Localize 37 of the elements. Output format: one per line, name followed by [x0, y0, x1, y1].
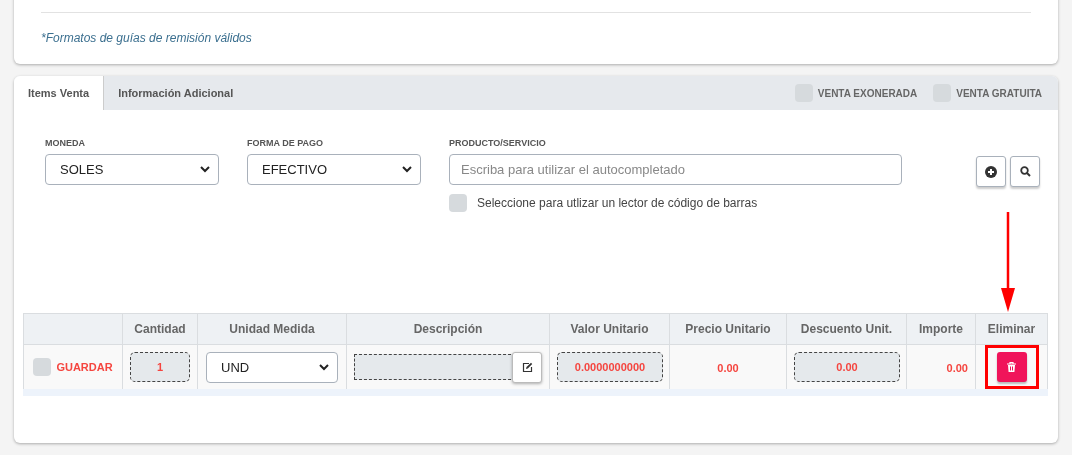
checkbox-label: Seleccione para utlizar un lector de código de barras: [477, 196, 758, 210]
product-search-field[interactable]: Escriba para utilizar el autocompletado: [449, 154, 902, 185]
currency-select[interactable]: SOLES: [45, 154, 219, 185]
save-label: GUARDAR: [56, 361, 113, 373]
tab[interactable]: Items Venta: [14, 76, 105, 110]
search-button[interactable]: [1010, 156, 1040, 187]
payment-select[interactable]: EFECTIVO: [247, 154, 421, 185]
checkbox[interactable]: [449, 194, 467, 212]
field-label: FORMA DE PAGO: [247, 138, 324, 148]
unit-select[interactable]: UND: [206, 351, 338, 383]
checkbox-label: VENTA GRATUITA: [956, 87, 1042, 99]
field-label: MONEDA: [45, 138, 86, 148]
checkbox-label: VENTA EXONERADA: [817, 87, 918, 99]
tab[interactable]: Información Adicional: [104, 76, 248, 110]
add-button[interactable]: [976, 156, 1006, 187]
note-text: *Formatos de guías de remisión válidos: [41, 31, 253, 45]
column-header: Unidad Medida: [197, 313, 347, 345]
chevron-down-icon: [402, 166, 412, 173]
column-header: Descripción: [346, 313, 550, 345]
column-header: Cantidad: [122, 313, 198, 345]
edit-icon: [521, 361, 533, 373]
chevron-down-icon: [200, 166, 210, 173]
table-cell: 0.00: [717, 362, 739, 374]
edit-button[interactable]: [512, 351, 542, 383]
delete-button[interactable]: [996, 352, 1027, 382]
search-icon: [1019, 166, 1031, 177]
field-label: PRODUCTO/SERVICIO: [449, 138, 547, 148]
column-header: Valor Unitario: [549, 313, 670, 345]
chevron-down-icon: [319, 363, 329, 371]
trash-icon: [1007, 362, 1016, 372]
table-cell: 0.00: [946, 362, 968, 374]
column-header: Precio Unitario: [669, 313, 787, 345]
column-header: Descuento Unit.: [786, 313, 907, 345]
column-header: Importe: [906, 313, 976, 345]
plus-circle-icon: [985, 165, 997, 178]
checkbox[interactable]: [33, 358, 52, 376]
column-header: Eliminar: [975, 313, 1048, 345]
